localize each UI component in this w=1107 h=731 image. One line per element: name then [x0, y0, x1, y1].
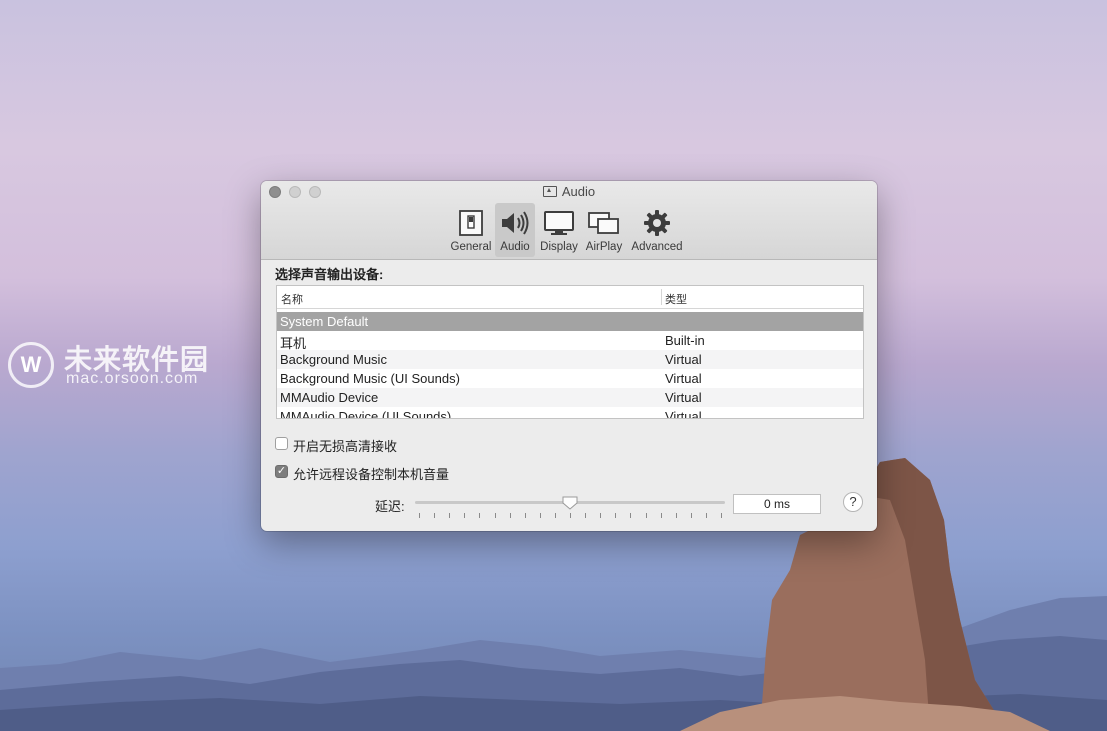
device-type: Virtual	[665, 409, 702, 419]
tab-audio[interactable]: Audio	[495, 203, 535, 257]
speaker-icon	[502, 211, 529, 235]
monitor-icon	[544, 211, 574, 235]
table-row[interactable]: System Default	[277, 312, 863, 331]
slider-tick	[495, 513, 496, 518]
slider-tick	[615, 513, 616, 518]
slider-tick	[479, 513, 480, 518]
device-name: Background Music (UI Sounds)	[280, 371, 460, 386]
preferences-toolbar: General Audio Display AirPlay Advanced	[261, 201, 877, 259]
delay-label: 延迟:	[375, 499, 405, 514]
slider-tick	[540, 513, 541, 518]
checkmark-icon[interactable]: ✓	[275, 465, 288, 478]
slider-tick	[661, 513, 662, 518]
remote-volume-label: 允许远程设备控制本机音量	[293, 467, 450, 482]
tab-display[interactable]: Display	[537, 203, 581, 257]
slider-tick	[646, 513, 647, 518]
device-name: MMAudio Device (UI Sounds)	[280, 409, 452, 419]
device-name: System Default	[280, 314, 369, 329]
watermark-url: mac.orsoon.com	[66, 370, 199, 387]
output-device-table[interactable]: 名称 类型 System Default 耳机 Built-in Backgro…	[276, 285, 864, 419]
column-divider	[661, 289, 662, 305]
device-type: Built-in	[665, 333, 705, 348]
slider-tick	[419, 513, 420, 518]
tab-general[interactable]: General	[447, 203, 495, 257]
slider-tick	[510, 513, 511, 518]
table-header: 名称 类型	[277, 286, 863, 309]
audio-panel: 选择声音输出设备: 名称 类型 System Default 耳机 Built-…	[261, 260, 877, 531]
slider-tick	[464, 513, 465, 518]
slider-tick	[706, 513, 707, 518]
window-title-text: Audio	[561, 184, 596, 199]
checkbox-unchecked[interactable]	[275, 437, 288, 450]
tab-advanced-label: Advanced	[631, 241, 683, 253]
help-button[interactable]: ?	[843, 492, 863, 512]
lossless-receive-label: 开启无损高清接收	[293, 439, 398, 454]
window-title: Audio	[261, 184, 877, 199]
column-header-type[interactable]: 类型	[665, 291, 687, 307]
device-type: Virtual	[665, 390, 702, 405]
table-row[interactable]: MMAudio Device Virtual	[277, 388, 863, 407]
airplay-icon	[588, 212, 619, 234]
slider-tick	[585, 513, 586, 518]
tab-advanced[interactable]: Advanced	[629, 203, 685, 257]
device-name: MMAudio Device	[280, 390, 379, 405]
tab-general-label: General	[450, 241, 492, 253]
device-name: Background Music	[280, 352, 387, 367]
audio-preferences-window: Audio General Audio Display AirPlay Adva…	[261, 181, 877, 531]
tab-airplay-label: AirPlay	[585, 241, 623, 253]
slider-tick	[449, 513, 450, 518]
table-row[interactable]: Background Music Virtual	[277, 350, 863, 369]
slider-thumb[interactable]	[562, 496, 578, 510]
watermark-logo-icon: W	[8, 342, 54, 388]
switch-icon	[459, 210, 483, 236]
tab-display-label: Display	[540, 241, 578, 253]
slider-tick	[676, 513, 677, 518]
slider-tick	[630, 513, 631, 518]
device-type: Virtual	[665, 371, 702, 386]
slider-tick	[434, 513, 435, 518]
tab-airplay[interactable]: AirPlay	[583, 203, 625, 257]
gear-icon	[644, 210, 670, 236]
titlebar: Audio General Audio Display AirPlay Adva…	[261, 181, 877, 260]
airplay-audio-icon	[542, 186, 557, 197]
slider-tick	[600, 513, 601, 518]
slider-ticks	[419, 513, 722, 519]
tab-audio-label: Audio	[500, 241, 530, 253]
watermark: W 未来软件园 mac.orsoon.com	[8, 338, 218, 394]
table-row[interactable]: MMAudio Device (UI Sounds) Virtual	[277, 407, 863, 419]
slider-tick	[570, 513, 571, 518]
table-row[interactable]: Background Music (UI Sounds) Virtual	[277, 369, 863, 388]
slider-tick	[691, 513, 692, 518]
slider-tick	[555, 513, 556, 518]
output-device-heading: 选择声音输出设备:	[275, 267, 384, 282]
table-row[interactable]: 耳机 Built-in	[277, 331, 863, 351]
device-type: Virtual	[665, 352, 702, 367]
delay-slider[interactable]	[415, 496, 725, 525]
delay-value-field[interactable]: 0 ms	[733, 494, 821, 514]
column-header-name[interactable]: 名称	[281, 291, 303, 307]
slider-tick	[525, 513, 526, 518]
slider-tick	[721, 513, 722, 518]
